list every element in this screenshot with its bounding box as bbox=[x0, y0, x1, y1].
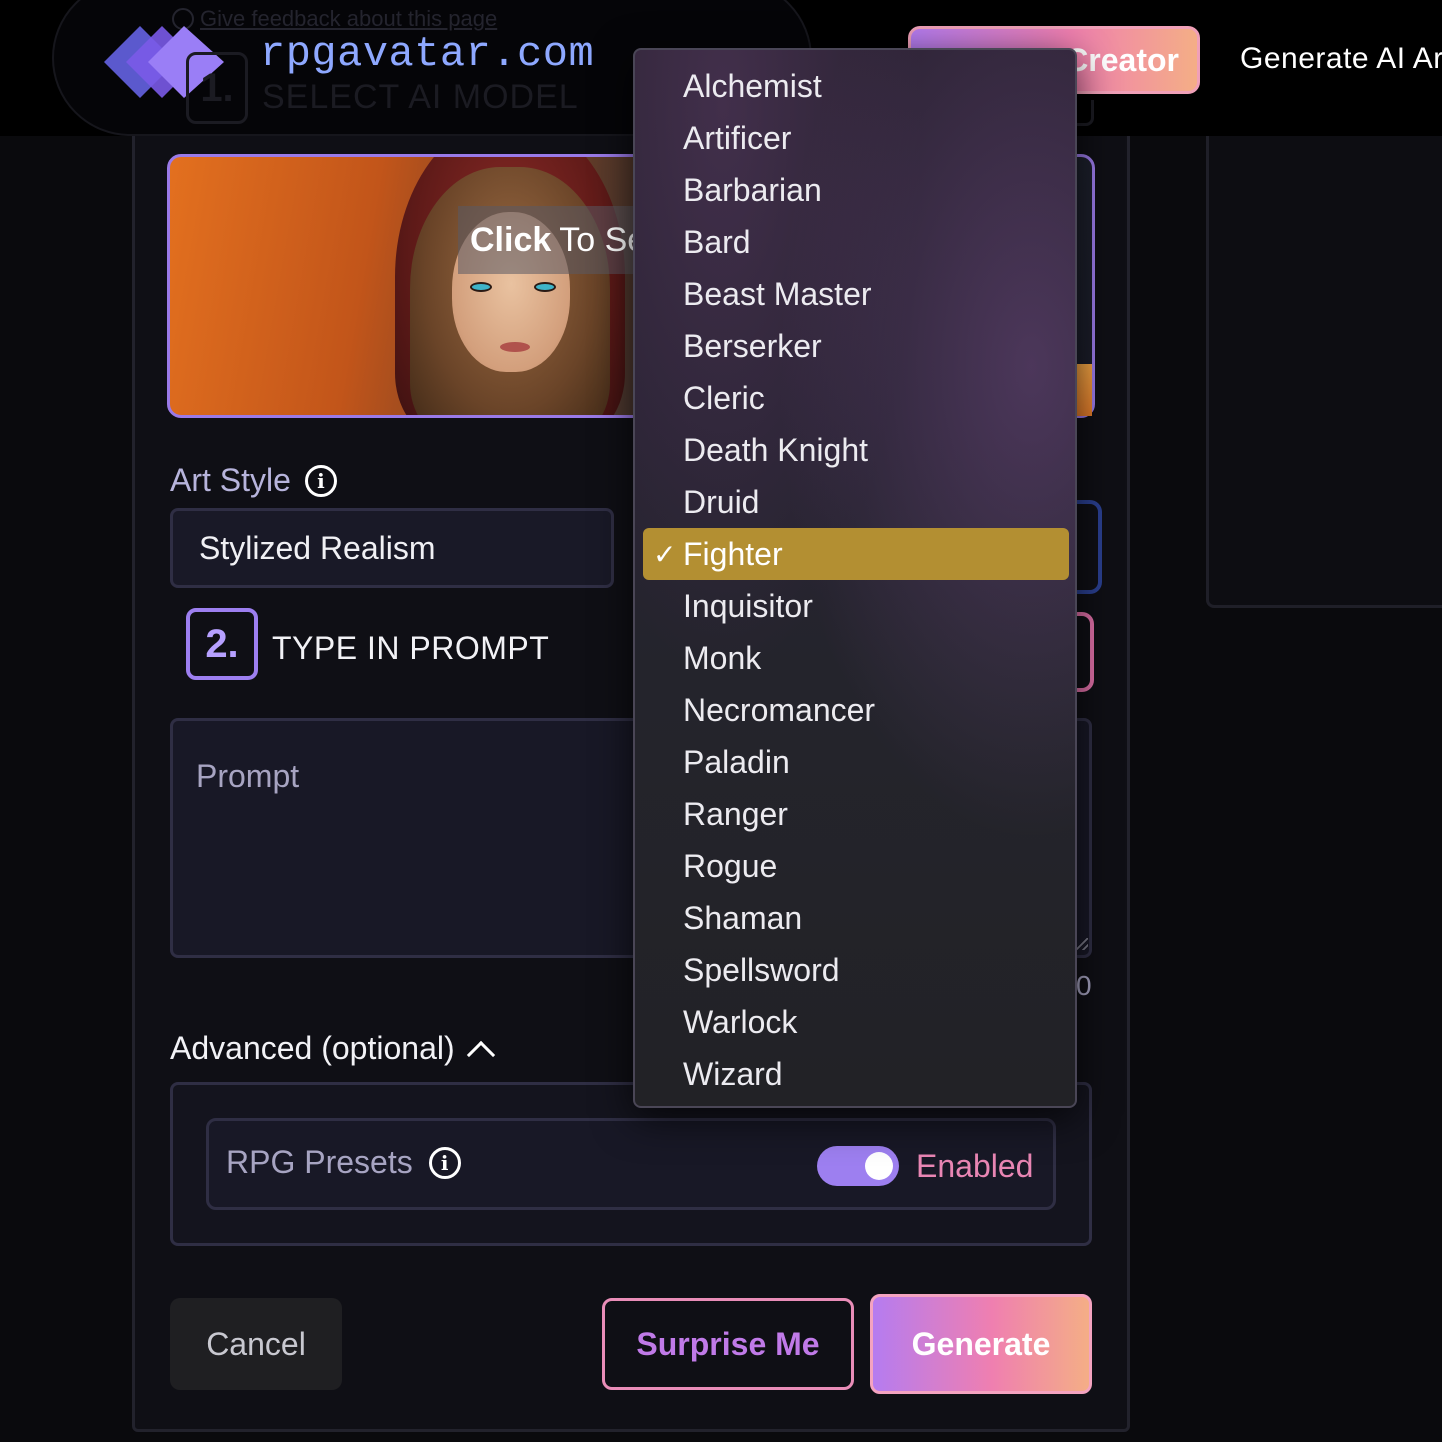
class-select-edge bbox=[1074, 500, 1102, 594]
art-style-label-text: Art Style bbox=[170, 462, 291, 498]
portrait-eye bbox=[470, 282, 492, 292]
generate-button[interactable]: Generate bbox=[870, 1294, 1092, 1394]
highlight-edge bbox=[1074, 612, 1094, 692]
toggle-knob bbox=[865, 1152, 893, 1180]
dropdown-option[interactable]: Beast Master bbox=[643, 268, 1069, 320]
class-dropdown-menu[interactable]: Alchemist Artificer Barbarian Bard Beast Mas… bbox=[633, 48, 1077, 1108]
portrait-eye bbox=[534, 282, 556, 292]
dropdown-option[interactable]: Alchemist bbox=[643, 60, 1069, 112]
feedback-link-label: Give feedback about this page bbox=[200, 6, 498, 31]
dropdown-option[interactable]: Barbarian bbox=[643, 164, 1069, 216]
chevron-up-icon bbox=[466, 1040, 495, 1069]
logo-text[interactable]: rpgavatar.com bbox=[260, 30, 594, 78]
dropdown-option[interactable]: Death Knight bbox=[643, 424, 1069, 476]
art-style-select[interactable]: Stylized Realism bbox=[170, 508, 614, 588]
dropdown-option[interactable]: Druid bbox=[643, 476, 1069, 528]
step-2-badge: 2. bbox=[186, 608, 258, 680]
click-to-select-label[interactable]: Click To Se bbox=[458, 206, 659, 274]
dropdown-option[interactable]: Spellsword bbox=[643, 944, 1069, 996]
dropdown-option[interactable]: Inquisitor bbox=[643, 580, 1069, 632]
info-icon[interactable]: i bbox=[428, 1146, 461, 1179]
dropdown-option[interactable]: Artificer bbox=[643, 112, 1069, 164]
dropdown-option[interactable]: Warlock bbox=[643, 996, 1069, 1048]
dropdown-option[interactable]: Bard bbox=[643, 216, 1069, 268]
dropdown-option[interactable]: Shaman bbox=[643, 892, 1069, 944]
cancel-button[interactable]: Cancel bbox=[170, 1298, 342, 1390]
portrait-lips bbox=[500, 342, 530, 352]
advanced-label: Advanced (optional) bbox=[170, 1030, 455, 1066]
dropdown-option[interactable]: Ranger bbox=[643, 788, 1069, 840]
dropdown-option[interactable]: Paladin bbox=[643, 736, 1069, 788]
preview-panel bbox=[1206, 110, 1442, 608]
advanced-toggle[interactable]: Advanced (optional) bbox=[170, 1030, 495, 1069]
step-1-badge: 1. bbox=[186, 52, 248, 124]
dropdown-option-selected[interactable]: Fighter ✓ bbox=[643, 528, 1069, 580]
info-icon[interactable]: i bbox=[304, 464, 337, 497]
dropdown-option[interactable]: Monk bbox=[643, 632, 1069, 684]
dropdown-option[interactable]: Rogue bbox=[643, 840, 1069, 892]
prompt-placeholder: Prompt bbox=[196, 758, 300, 794]
dropdown-option[interactable]: Wizard bbox=[643, 1048, 1069, 1100]
dropdown-option[interactable]: Cleric bbox=[643, 372, 1069, 424]
step-1-title: SELECT AI MODEL bbox=[262, 78, 579, 116]
rpg-presets-toggle[interactable] bbox=[817, 1146, 899, 1186]
dropdown-option[interactable]: Necromancer bbox=[643, 684, 1069, 736]
checkmark-icon: ✓ bbox=[653, 537, 677, 571]
character-count: 0 bbox=[1076, 970, 1092, 1001]
resize-handle-icon[interactable] bbox=[1076, 938, 1088, 950]
dropdown-option[interactable]: Berserker bbox=[643, 320, 1069, 372]
step-2-title: TYPE IN PROMPT bbox=[272, 630, 550, 666]
surprise-me-button[interactable]: Surprise Me bbox=[602, 1298, 854, 1390]
rpg-presets-label-text: RPG Presets bbox=[226, 1144, 413, 1180]
rpg-presets-label: RPG Presets i bbox=[226, 1144, 461, 1181]
art-style-label: Art Style i bbox=[170, 462, 337, 499]
toggle-state-label: Enabled bbox=[916, 1148, 1034, 1184]
generate-ai-art-link[interactable]: Generate AI Ar bbox=[1240, 42, 1442, 76]
click-label-bold: Click bbox=[470, 220, 552, 259]
